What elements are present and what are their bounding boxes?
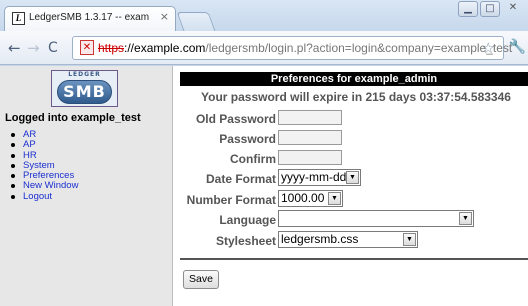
logo-top-text: LEDGER xyxy=(68,71,101,78)
password-field[interactable] xyxy=(278,130,342,145)
logo-pill: SMB xyxy=(57,80,112,104)
number-format-label: Number Format xyxy=(186,193,276,207)
date-format-row: Date Format yyyy-mm-dd ▼ xyxy=(173,169,528,189)
number-format-value: 1000.00 xyxy=(281,191,325,205)
preferences-form: Preferences for example_admin Your passw… xyxy=(173,66,528,306)
wrench-icon[interactable]: 🔧 xyxy=(509,39,526,55)
broken-lock-icon[interactable]: ✕ xyxy=(80,40,94,55)
confirm-password-field[interactable] xyxy=(278,150,342,165)
menu-item-ap[interactable]: AP xyxy=(11,140,78,150)
url-path: /ledgersmb/login.pl?action=login&company… xyxy=(205,41,513,55)
title-bar: L LedgerSMB 1.3.17 -- example_ × ▁ □ ✕ xyxy=(0,0,528,31)
ledgersmb-logo[interactable]: LEDGER SMB xyxy=(51,70,118,107)
password-row: Password xyxy=(173,129,528,149)
date-format-label: Date Format xyxy=(205,172,276,186)
number-format-select[interactable]: 1000.00 ▼ xyxy=(278,190,343,207)
password-label: Password xyxy=(219,132,276,146)
language-label: Language xyxy=(219,213,276,227)
window-controls: ▁ □ ✕ xyxy=(458,1,524,19)
confirm-label: Confirm xyxy=(230,152,276,166)
star-icon[interactable]: ☆ xyxy=(482,39,495,57)
sidebar: LEDGER SMB Logged into example_test AR A… xyxy=(0,66,173,306)
stylesheet-row: Stylesheet ledgersmb.css ▼ xyxy=(173,231,528,251)
url-scheme: https xyxy=(98,41,125,55)
reload-icon[interactable]: C xyxy=(48,40,58,56)
browser-toolbar: ← → C ✕ https://example.com/ledgersmb/lo… xyxy=(0,31,528,65)
close-icon[interactable]: ✕ xyxy=(502,1,524,17)
old-password-field[interactable] xyxy=(278,110,342,125)
chevron-down-icon: ▼ xyxy=(403,233,416,246)
language-row: Language ▼ xyxy=(173,210,528,230)
tab-title: LedgerSMB 1.3.17 -- example_ xyxy=(29,12,149,23)
number-format-row: Number Format 1000.00 ▼ xyxy=(173,190,528,210)
divider xyxy=(180,258,528,260)
stylesheet-value: ledgersmb.css xyxy=(281,232,359,246)
page-content: LEDGER SMB Logged into example_test AR A… xyxy=(0,66,528,306)
browser-tab[interactable]: L LedgerSMB 1.3.17 -- example_ × xyxy=(4,6,176,31)
language-select[interactable]: ▼ xyxy=(278,210,474,227)
old-password-label: Old Password xyxy=(195,112,276,126)
url-host: ://example.com xyxy=(124,41,206,55)
stylesheet-label: Stylesheet xyxy=(215,234,276,248)
stylesheet-select[interactable]: ledgersmb.css ▼ xyxy=(278,231,418,248)
menu-item-logout[interactable]: Logout xyxy=(11,191,78,202)
confirm-row: Confirm xyxy=(173,149,528,169)
chevron-down-icon: ▼ xyxy=(459,212,472,225)
new-tab-button[interactable] xyxy=(176,12,216,31)
address-bar[interactable]: ✕ https://example.com/ledgersmb/login.pl… xyxy=(72,36,512,60)
menu-item-ar[interactable]: AR xyxy=(11,129,78,140)
date-format-select[interactable]: yyyy-mm-dd ▼ xyxy=(278,169,361,186)
minimize-icon[interactable]: ▁ xyxy=(458,1,478,17)
save-button[interactable]: Save xyxy=(183,270,219,289)
date-format-value: yyyy-mm-dd xyxy=(281,170,347,184)
password-expiry-notice: Your password will expire in 215 days 03… xyxy=(201,90,511,104)
logged-in-text: Logged into example_test xyxy=(5,112,141,124)
forward-arrow-icon[interactable]: → xyxy=(27,39,40,57)
logo-text: SMB xyxy=(63,82,106,101)
main-menu: AR AP HR System Preferences New Window L… xyxy=(11,129,78,202)
old-password-row: Old Password xyxy=(173,109,528,129)
tab-close-icon[interactable]: × xyxy=(160,10,169,23)
page-title: Preferences for example_admin xyxy=(180,72,528,86)
maximize-icon[interactable]: □ xyxy=(480,1,500,17)
url-text[interactable]: https://example.com/ledgersmb/login.pl?a… xyxy=(98,41,512,55)
back-arrow-icon[interactable]: ← xyxy=(8,39,21,57)
chevron-down-icon: ▼ xyxy=(328,192,341,205)
chevron-down-icon: ▼ xyxy=(346,171,359,184)
ledgersmb-favicon-icon: L xyxy=(12,12,25,25)
